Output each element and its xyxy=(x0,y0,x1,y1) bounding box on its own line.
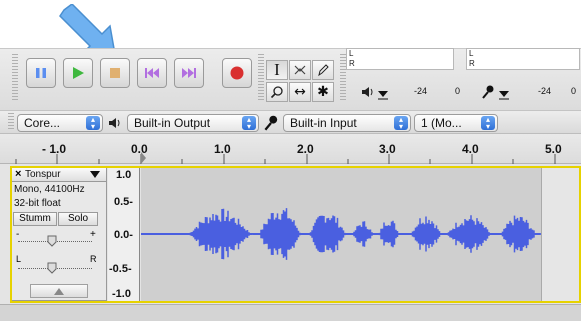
select-arrows-icon: ▴ ▾ xyxy=(86,116,100,131)
microphone-icon xyxy=(482,85,494,99)
ruler-label: 0.0 xyxy=(131,142,148,156)
audio-host-value: Core... xyxy=(24,116,61,130)
ruler-label: 2.0 xyxy=(297,142,314,156)
envelope-icon xyxy=(294,65,306,75)
select-arrows-icon: ▴ ▾ xyxy=(242,116,256,131)
timeshift-icon: ↔ xyxy=(294,84,306,100)
gain-minus-label: - xyxy=(16,229,20,240)
pan-slider-thumb[interactable] xyxy=(47,262,57,274)
speaker-icon xyxy=(109,118,120,128)
gain-slider[interactable]: - + xyxy=(14,229,104,249)
audio-host-select[interactable]: Core... ▴ ▾ xyxy=(17,114,103,132)
scale-label: -1.0 xyxy=(112,288,131,300)
stop-button[interactable] xyxy=(100,58,130,88)
meter-right-label: R xyxy=(469,59,475,68)
mute-button-label: Stumm xyxy=(19,213,51,224)
mute-button[interactable]: Stumm xyxy=(13,212,57,226)
track-control-panel[interactable]: × Tonspur Mono, 44100Hz 32-bit float Stu… xyxy=(11,167,107,301)
status-bar xyxy=(0,304,581,321)
collapse-track-button[interactable] xyxy=(30,284,88,298)
record-scale-low: -24 xyxy=(538,86,552,96)
ruler-ticks xyxy=(15,152,556,164)
skip-to-end-icon xyxy=(182,68,196,78)
scale-label: 0.0- xyxy=(114,229,133,241)
scale-label: 1.0 xyxy=(116,169,132,181)
envelope-tool[interactable] xyxy=(289,60,311,80)
track-empty-region[interactable] xyxy=(541,167,581,301)
track-name-bar[interactable]: × Tonspur xyxy=(12,168,106,182)
ruler-label: 1.0 xyxy=(214,142,231,156)
track-bitdepth-info: 32-bit float xyxy=(14,198,61,209)
pencil-icon xyxy=(318,64,329,77)
waveform-path xyxy=(141,208,541,260)
zoom-icon xyxy=(270,86,283,99)
collapse-arrow-icon xyxy=(54,287,64,295)
skip-to-start-icon xyxy=(145,68,159,78)
gain-slider-thumb[interactable] xyxy=(47,235,57,247)
skip-to-end-button[interactable] xyxy=(174,58,204,88)
ruler-label: - 1.0 xyxy=(42,142,67,156)
toolbar-grip[interactable] xyxy=(258,54,264,100)
output-device-value: Built-in Output xyxy=(134,116,211,130)
record-icon xyxy=(230,66,244,80)
stop-icon xyxy=(110,68,120,78)
ruler-label: 4.0 xyxy=(462,142,479,156)
pan-right-label: R xyxy=(90,254,97,264)
microphone-icon xyxy=(264,115,278,131)
scale-label: 0.5- xyxy=(114,196,133,208)
input-device-select[interactable]: Built-in Input ▴ ▾ xyxy=(283,114,411,132)
pan-slider[interactable]: L R xyxy=(14,254,104,276)
input-device-value: Built-in Input xyxy=(290,116,357,130)
timeshift-tool[interactable]: ↔ xyxy=(289,82,311,102)
play-button[interactable] xyxy=(63,58,93,88)
playback-scale-low: -24 xyxy=(414,86,428,96)
selection-tool-icon: I xyxy=(274,60,280,79)
multi-tool[interactable]: ✱ xyxy=(312,82,334,102)
input-channels-value: 1 (Mo... xyxy=(421,116,462,130)
skip-to-start-button[interactable] xyxy=(137,58,167,88)
meter-right-label: R xyxy=(349,59,355,68)
selection-tool[interactable]: I xyxy=(266,60,288,80)
ruler-label: 3.0 xyxy=(379,142,396,156)
zoom-tool[interactable] xyxy=(266,82,288,102)
close-track-icon[interactable]: × xyxy=(15,168,21,180)
toolbar-grip[interactable] xyxy=(8,113,14,131)
waveform xyxy=(141,208,541,260)
multi-tool-icon: ✱ xyxy=(317,84,329,100)
input-channels-select[interactable]: 1 (Mo... ▴ ▾ xyxy=(414,114,498,132)
select-arrows-icon: ▴ ▾ xyxy=(394,116,408,131)
track-menu-dropdown-icon[interactable] xyxy=(90,171,100,179)
meter-left-label: L xyxy=(349,49,354,58)
timeline-ruler[interactable] xyxy=(0,134,581,164)
record-button[interactable] xyxy=(222,58,252,88)
pause-icon xyxy=(36,68,46,78)
ruler-label: 5.0 xyxy=(545,142,562,156)
playback-meter-dropdown-icon[interactable] xyxy=(377,90,389,100)
meter-left-label: L xyxy=(469,49,474,58)
output-device-select[interactable]: Built-in Output ▴ ▾ xyxy=(127,114,259,132)
select-arrows-icon: ▴ ▾ xyxy=(481,116,495,131)
track-name[interactable]: Tonspur xyxy=(25,169,61,180)
record-scale-high: 0 xyxy=(571,86,577,96)
pan-left-label: L xyxy=(16,254,22,264)
solo-button[interactable]: Solo xyxy=(58,212,98,226)
track-format-info: Mono, 44100Hz xyxy=(14,184,85,195)
record-meter-dropdown-icon[interactable] xyxy=(498,90,510,100)
speaker-icon xyxy=(362,87,373,97)
pause-button[interactable] xyxy=(26,58,56,88)
draw-tool[interactable] xyxy=(312,60,334,80)
audacity-window: I ↔ ✱ L R -24 0 L R -24 0 Core... ▴ ▾ Bui… xyxy=(0,0,581,321)
record-meter[interactable]: L R xyxy=(466,48,580,70)
play-icon xyxy=(73,67,84,79)
scale-label: -0.5- xyxy=(109,263,132,275)
playback-meter[interactable]: L R xyxy=(346,48,454,70)
gain-plus-label: + xyxy=(90,229,96,240)
playback-scale-high: 0 xyxy=(455,86,461,96)
vertical-scale[interactable]: 1.0 0.5- 0.0- -0.5- -1.0 xyxy=(108,167,140,301)
toolbar-grip[interactable] xyxy=(12,54,18,100)
solo-button-label: Solo xyxy=(67,213,88,224)
